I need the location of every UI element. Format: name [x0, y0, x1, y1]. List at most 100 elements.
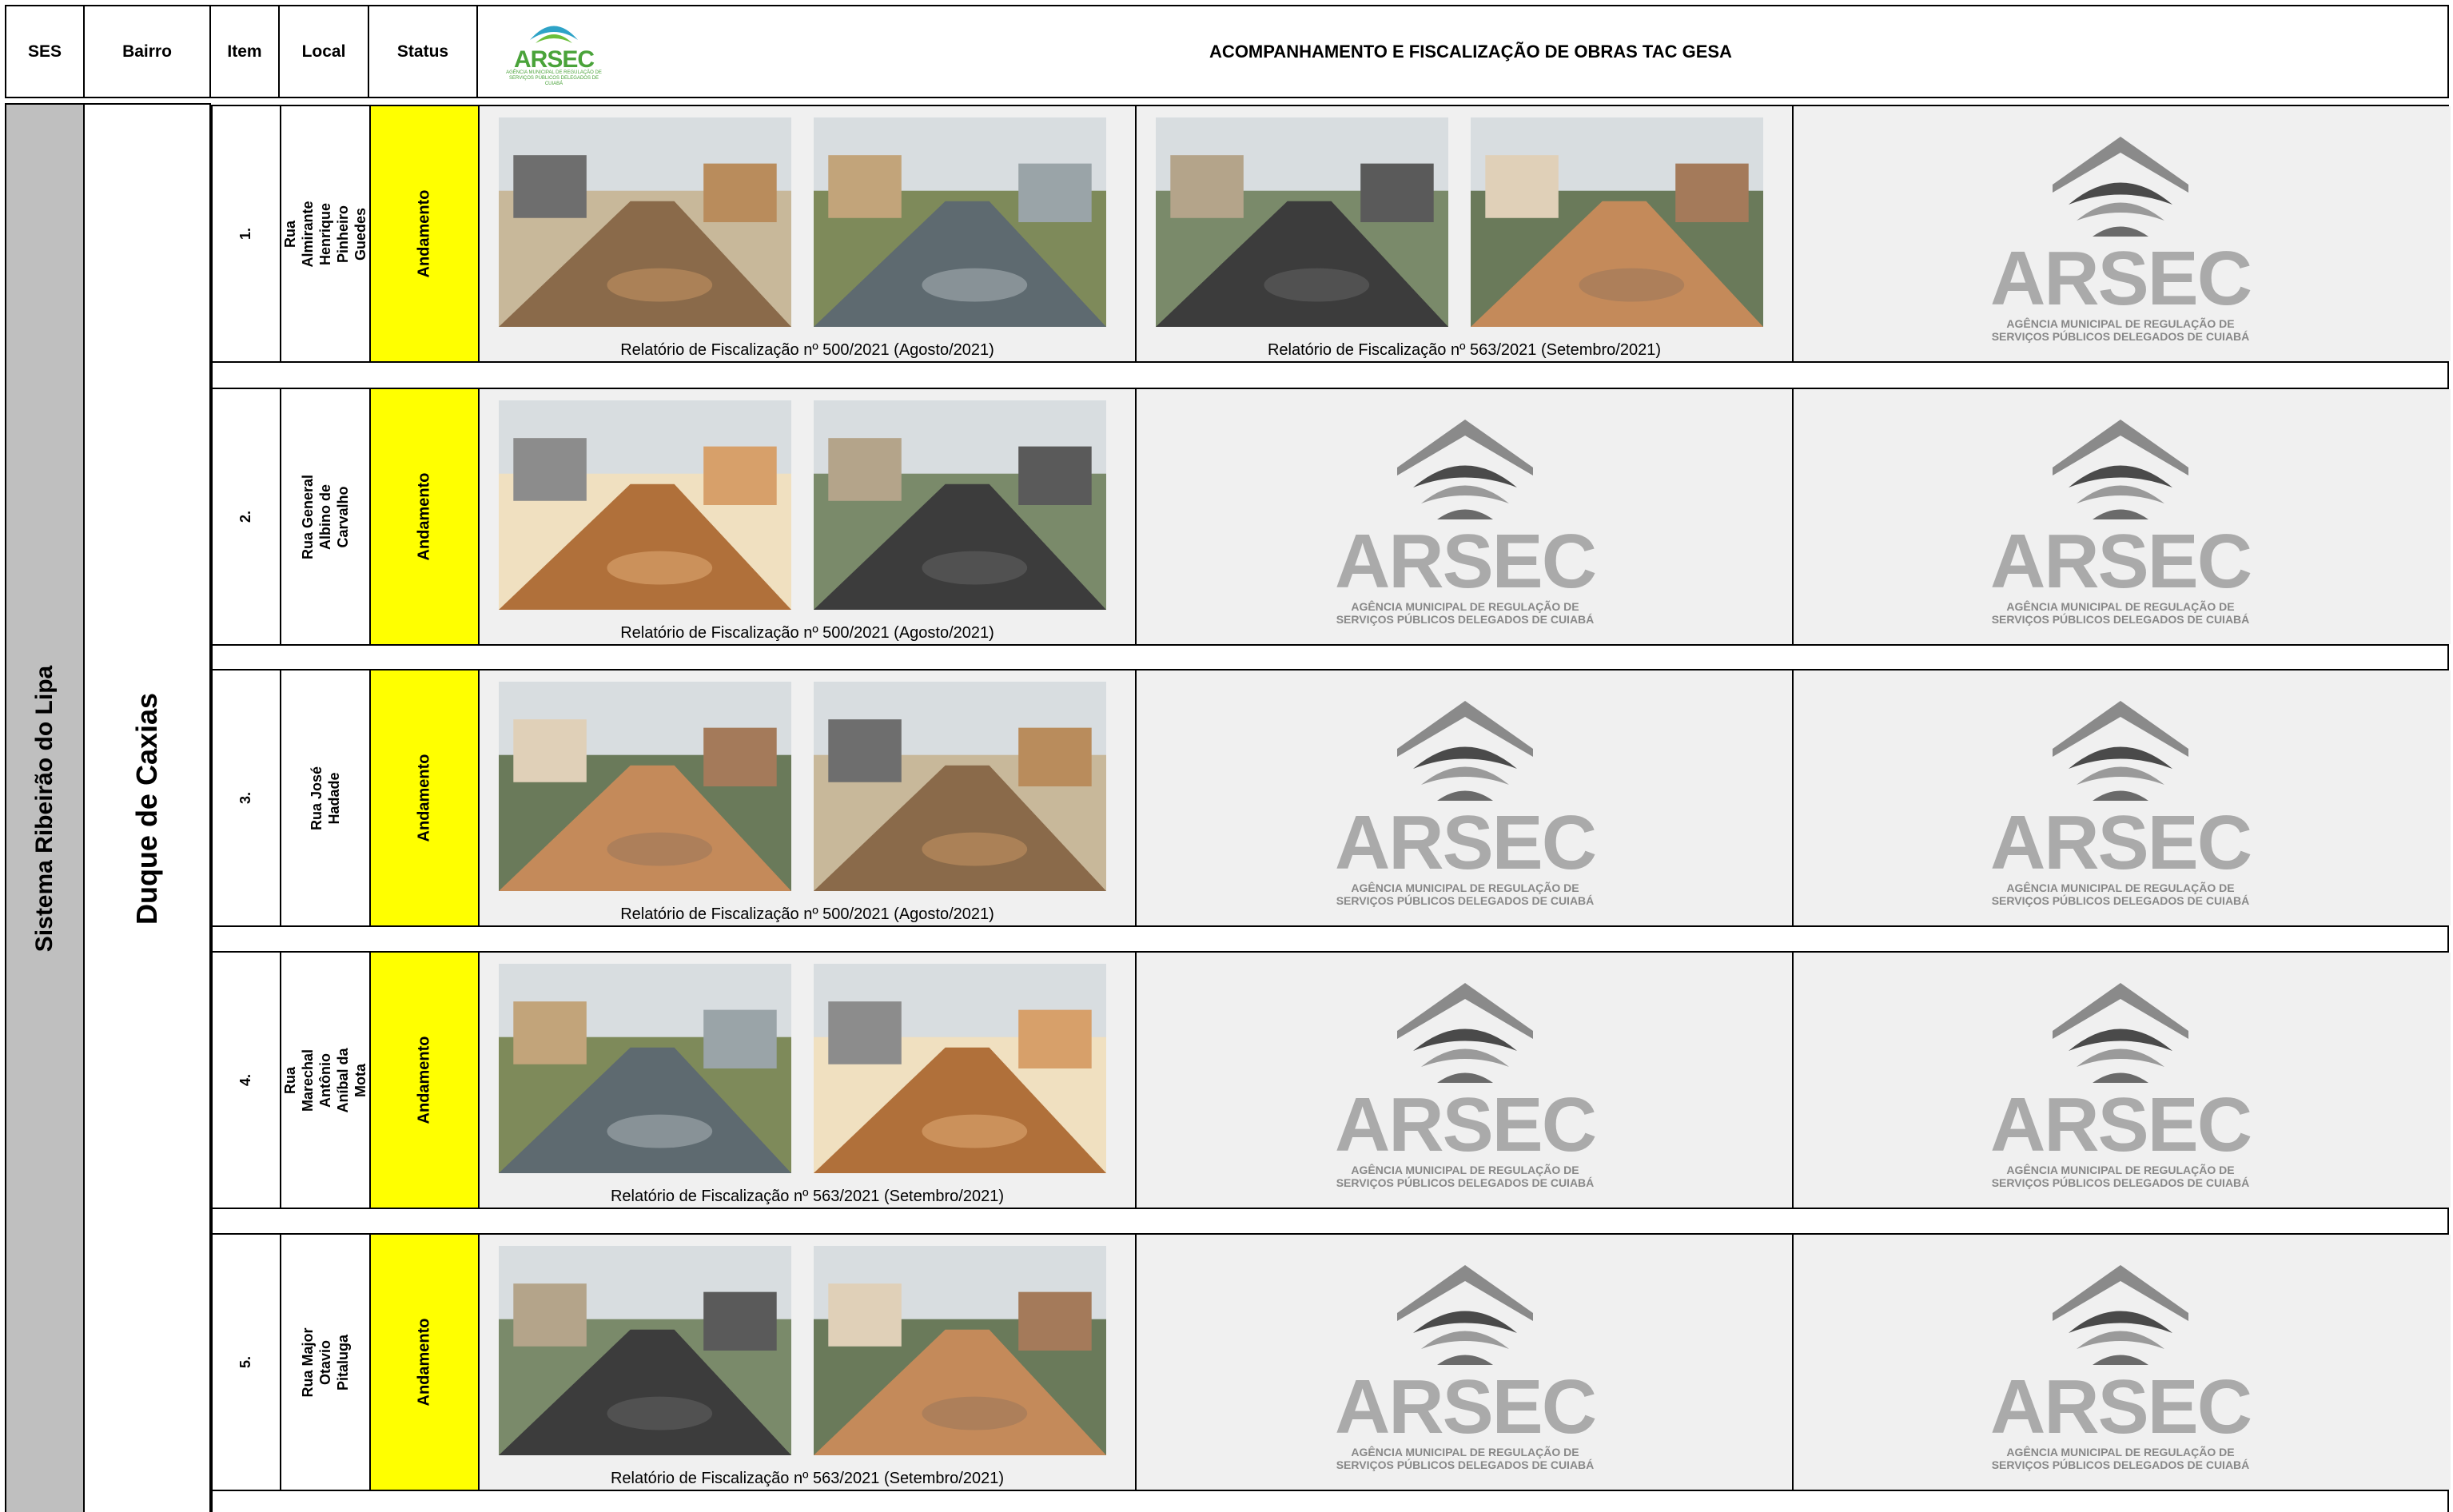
photo-group-1: Relatório de Fiscalização nº 563/2021 (S… [480, 1235, 1137, 1490]
photo-group-1: Relatório de Fiscalização nº 500/2021 (A… [480, 670, 1137, 925]
arsec-watermark-text: ARSEC [1334, 1081, 1597, 1168]
arsec-watermark: ARSEC AGÊNCIA MUNICIPAL DE REGULAÇÃO DE … [1794, 953, 2447, 1211]
header-ses: SES [5, 5, 85, 98]
header-local: Local [280, 5, 369, 98]
arsec-watermark-icon [2053, 700, 2188, 801]
site-photo [499, 964, 791, 1173]
site-photo [1156, 117, 1448, 327]
item-cell: 1. [213, 106, 281, 361]
item-cell: 5. [213, 1235, 281, 1490]
ses-label: Sistema Ribeirão do Lipa [31, 665, 58, 952]
status-cell: Andamento [371, 106, 480, 361]
item-number: 5. [237, 1355, 254, 1369]
arsec-watermark-text: ARSEC [1989, 1363, 2252, 1450]
status-label: Andamento [415, 472, 433, 561]
header-ses-label: SES [27, 42, 62, 61]
photo-group-3-placeholder: ARSEC AGÊNCIA MUNICIPAL DE REGULAÇÃO DE … [1794, 953, 2451, 1208]
header-item-label: Item [227, 42, 262, 61]
arsec-watermark: ARSEC AGÊNCIA MUNICIPAL DE REGULAÇÃO DE … [1794, 1235, 2447, 1493]
arsec-logo-text: ARSEC [513, 46, 595, 73]
local-name: Rua Major Otavio Pitaluga [300, 1327, 351, 1398]
arsec-watermark-line2: SERVIÇOS PÚBLICOS DELEGADOS DE CUIABÁ [1991, 893, 2250, 907]
site-photo [814, 964, 1106, 1173]
photo-group-3-placeholder: ARSEC AGÊNCIA MUNICIPAL DE REGULAÇÃO DE … [1794, 106, 2451, 361]
arsec-watermark-text: ARSEC [1334, 799, 1597, 885]
photo-group-1: Relatório de Fiscalização nº 500/2021 (A… [480, 106, 1137, 361]
arsec-watermark: ARSEC AGÊNCIA MUNICIPAL DE REGULAÇÃO DE … [1794, 670, 2447, 929]
status-cell: Andamento [371, 670, 480, 925]
item-cell: 3. [213, 670, 281, 925]
header-item: Item [211, 5, 280, 98]
local-cell: Rua General Albino de Carvalho [281, 389, 371, 644]
report-caption: Relatório de Fiscalização nº 500/2021 (A… [620, 905, 994, 923]
table-row: 2. Rua General Albino de Carvalho Andame… [211, 388, 2451, 646]
arsec-watermark-icon [1397, 700, 1533, 801]
header-status-label: Status [396, 42, 449, 61]
photo-group-2-placeholder: ARSEC AGÊNCIA MUNICIPAL DE REGULAÇÃO DE … [1137, 389, 1794, 644]
arsec-watermark-text: ARSEC [1334, 518, 1597, 604]
local-name: Rua Almirante Henrique Pinheiro Guedes [282, 200, 368, 268]
arsec-watermark-text: ARSEC [1989, 235, 2252, 321]
arsec-watermark-text: ARSEC [1989, 799, 2252, 885]
photo-group-2-placeholder: ARSEC AGÊNCIA MUNICIPAL DE REGULAÇÃO DE … [1137, 1235, 1794, 1490]
bairro-label: Duque de Caxias [130, 692, 163, 925]
header-status: Status [369, 5, 478, 98]
arsec-watermark-line2: SERVIÇOS PÚBLICOS DELEGADOS DE CUIABÁ [1336, 1458, 1595, 1471]
arsec-watermark-line1: AGÊNCIA MUNICIPAL DE REGULAÇÃO DE [1351, 1445, 1579, 1458]
row-spacer [211, 646, 2449, 669]
arsec-logo-subtitle: AGÊNCIA MUNICIPAL DE REGULAÇÃO DE SERVIÇ… [506, 70, 602, 86]
site-photo [499, 117, 791, 327]
item-cell: 2. [213, 389, 281, 644]
arsec-watermark-line2: SERVIÇOS PÚBLICOS DELEGADOS DE CUIABÁ [1991, 1458, 2250, 1471]
photo-group-3-placeholder: ARSEC AGÊNCIA MUNICIPAL DE REGULAÇÃO DE … [1794, 670, 2451, 925]
arsec-watermark-icon [2053, 1264, 2188, 1365]
site-photo [499, 682, 791, 891]
status-cell: Andamento [371, 1235, 480, 1490]
table-row: 4. Rua Marechal Antônio Aníbal da Mota A… [211, 951, 2451, 1211]
header-bairro: Bairro [85, 5, 211, 98]
bairro-cell: Duque de Caxias [85, 103, 211, 1512]
photo-group-1: Relatório de Fiscalização nº 563/2021 (S… [480, 953, 1137, 1208]
site-photo [814, 682, 1106, 891]
table-row: 5. Rua Major Otavio Pitaluga Andamento R… [211, 1233, 2451, 1493]
site-photo [499, 1246, 791, 1455]
photo-group-1: Relatório de Fiscalização nº 500/2021 (A… [480, 389, 1137, 644]
arsec-watermark-line1: AGÊNCIA MUNICIPAL DE REGULAÇÃO DE [2006, 881, 2235, 894]
item-number: 3. [237, 791, 254, 805]
photo-group-2: Relatório de Fiscalização nº 563/2021 (S… [1137, 106, 1794, 361]
local-cell: Rua Major Otavio Pitaluga [281, 1235, 371, 1490]
arsec-watermark-line2: SERVIÇOS PÚBLICOS DELEGADOS DE CUIABÁ [1991, 329, 2250, 343]
arsec-watermark-line2: SERVIÇOS PÚBLICOS DELEGADOS DE CUIABÁ [1991, 612, 2250, 626]
status-cell: Andamento [371, 389, 480, 644]
site-photo [814, 1246, 1106, 1455]
arsec-watermark-text: ARSEC [1334, 1363, 1597, 1450]
arsec-watermark-text: ARSEC [1989, 518, 2252, 604]
item-number: 2. [237, 510, 254, 523]
arsec-watermark: ARSEC AGÊNCIA MUNICIPAL DE REGULAÇÃO DE … [1794, 106, 2447, 364]
arsec-watermark: ARSEC AGÊNCIA MUNICIPAL DE REGULAÇÃO DE … [1137, 953, 1794, 1211]
arsec-logo-icon [530, 26, 578, 43]
photo-group-2-placeholder: ARSEC AGÊNCIA MUNICIPAL DE REGULAÇÃO DE … [1137, 670, 1794, 925]
arsec-watermark: ARSEC AGÊNCIA MUNICIPAL DE REGULAÇÃO DE … [1137, 389, 1794, 647]
table-row: 3. Rua José Hadade Andamento Relatório d… [211, 669, 2451, 927]
arsec-watermark-line2: SERVIÇOS PÚBLICOS DELEGADOS DE CUIABÁ [1336, 893, 1595, 907]
site-photo [499, 400, 791, 610]
ses-cell: Sistema Ribeirão do Lipa [5, 103, 85, 1512]
arsec-watermark-line2: SERVIÇOS PÚBLICOS DELEGADOS DE CUIABÁ [1991, 1176, 2250, 1189]
header-local-label: Local [301, 42, 346, 61]
local-name: Rua Marechal Antônio Aníbal da Mota [282, 1048, 368, 1113]
report-caption: Relatório de Fiscalização nº 500/2021 (A… [620, 341, 994, 359]
row-spacer [211, 1209, 2449, 1233]
row-spacer [211, 927, 2449, 951]
arsec-watermark-line1: AGÊNCIA MUNICIPAL DE REGULAÇÃO DE [1351, 881, 1579, 894]
table-row: 1. Rua Almirante Henrique Pinheiro Guede… [211, 105, 2451, 363]
arsec-watermark-icon [2053, 136, 2188, 237]
arsec-watermark-line1: AGÊNCIA MUNICIPAL DE REGULAÇÃO DE [1351, 1163, 1579, 1176]
site-photo [814, 117, 1106, 327]
arsec-watermark-icon [2053, 982, 2188, 1083]
page-title: ACOMPANHAMENTO E FISCALIZAÇÃO DE OBRAS T… [1209, 41, 1732, 62]
site-photo [814, 400, 1106, 610]
arsec-watermark-line1: AGÊNCIA MUNICIPAL DE REGULAÇÃO DE [2006, 1163, 2235, 1176]
arsec-watermark: ARSEC AGÊNCIA MUNICIPAL DE REGULAÇÃO DE … [1137, 1235, 1794, 1493]
arsec-watermark-icon [2053, 419, 2188, 519]
